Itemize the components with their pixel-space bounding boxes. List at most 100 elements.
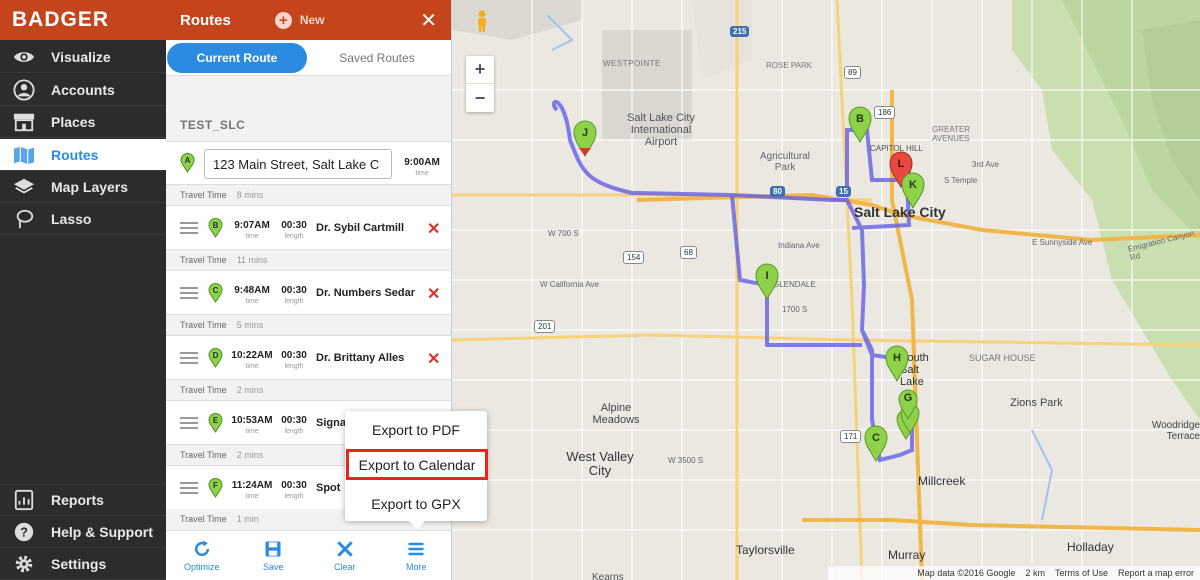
export-gpx-item[interactable]: Export to GPX (345, 496, 487, 512)
stop-time: 10:22AM time (230, 350, 274, 370)
nav-item-visualize[interactable]: Visualize (0, 41, 166, 73)
clear-button[interactable]: Clear (309, 531, 381, 580)
marker-letter: G (904, 392, 913, 404)
map-marker-j-icon[interactable]: J (573, 120, 597, 158)
travel-time-value: 2 mins (236, 385, 264, 395)
route-name: TEST_SLC (180, 118, 246, 132)
nav-item-help-support[interactable]: ? Help & Support (0, 516, 166, 548)
nav-item-lasso[interactable]: Lasso (0, 203, 166, 235)
nav-item-routes[interactable]: Routes (0, 139, 166, 171)
map-attribution: Map data ©2016 Google (917, 568, 1016, 578)
delete-stop-button[interactable]: ✕ (427, 219, 440, 239)
map-label-salt-lake-city: Salt Lake City (854, 204, 946, 220)
map-marker-h-icon[interactable]: H (885, 345, 909, 383)
zoom-in-button[interactable]: + (466, 56, 494, 84)
highway-shield-80: 80 (770, 186, 785, 197)
nav-item-accounts[interactable]: Accounts (0, 74, 166, 106)
map-marker-c-icon[interactable]: C (864, 425, 888, 463)
travel-time-value: 1 min (236, 514, 259, 524)
stop-length-value: 00:30 (281, 480, 307, 491)
marker-letter: C (213, 286, 219, 295)
marker-b-icon: B (208, 218, 223, 238)
marker-letter: K (909, 179, 917, 191)
route-toolbar: Optimize Save Clear More (166, 530, 452, 580)
map-label-west-valley-city: West Valley City (566, 449, 634, 478)
tab-saved-routes[interactable]: Saved Routes (307, 43, 447, 73)
stop-name[interactable]: Dr. Sybil Cartmill (316, 222, 404, 234)
nav-item-map-layers[interactable]: Map Layers (0, 171, 166, 203)
delete-stop-button[interactable]: ✕ (427, 284, 440, 304)
travel-time-row: Travel Time 8 mins (166, 185, 451, 205)
stop-name[interactable]: Dr. Brittany Alles (316, 352, 404, 364)
report-icon (12, 489, 36, 511)
export-pdf-item[interactable]: Export to PDF (345, 422, 487, 438)
toolbar-label: More (405, 562, 427, 572)
optimize-button[interactable]: Optimize (166, 531, 238, 580)
start-time-sub: time (415, 170, 429, 177)
export-menu: Export to PDF Export to Calendar Export … (345, 411, 488, 529)
drag-handle-icon[interactable] (180, 287, 198, 299)
stop-name[interactable]: Signa (316, 417, 346, 429)
stop-length: 00:30 length (276, 350, 312, 370)
street-view-pegman-icon[interactable] (476, 10, 488, 32)
stop-time-sub: time (245, 493, 259, 500)
map-marker-b-icon[interactable]: B (848, 106, 872, 144)
nav-label: Places (51, 113, 96, 130)
drag-handle-icon[interactable] (180, 222, 198, 234)
plus-icon: + (274, 11, 292, 29)
map-marker-k-icon[interactable]: K (901, 172, 925, 210)
stop-row-d[interactable]: D 10:22AM time 00:30 length Dr. Brittany A… (166, 335, 451, 380)
stop-length-sub: length (284, 298, 304, 305)
map-label-s-temple: S Temple (944, 176, 978, 185)
terms-link[interactable]: Terms of Use (1055, 568, 1108, 578)
drag-handle-icon[interactable] (180, 417, 198, 429)
start-address-input[interactable]: 123 Main Street, Salt Lake C (204, 149, 392, 179)
report-map-error-link[interactable]: Report a map error (1118, 568, 1194, 578)
highway-shield-15: 15 (836, 186, 851, 197)
highway-shield-89: 89 (844, 66, 861, 79)
lasso-icon (12, 208, 36, 230)
stop-length-value: 00:30 (281, 285, 307, 296)
highway-shield-186: 186 (874, 106, 896, 119)
stop-row-b[interactable]: B 9:07AM time 00:30 length Dr. Sybil Cartm… (166, 205, 451, 250)
highway-shield-201: 201 (534, 320, 556, 333)
stop-time-value: 10:53AM (231, 415, 273, 426)
zoom-out-button[interactable]: − (466, 84, 494, 112)
map-label-indiana-ave: Indiana Ave (778, 241, 820, 250)
svg-text:?: ? (20, 524, 28, 539)
marker-letter: H (893, 352, 901, 364)
export-calendar-item[interactable]: Export to Calendar (346, 449, 488, 480)
travel-time-value: 5 mins (236, 320, 264, 330)
nav-item-places[interactable]: Places (0, 106, 166, 138)
travel-time-row: Travel Time 2 mins (166, 380, 451, 400)
travel-time-value: 8 mins (236, 190, 264, 200)
map-label-taylorsville: Taylorsville (736, 543, 795, 557)
map-label-third-ave: 3rd Ave (972, 160, 999, 169)
map-marker-i-icon[interactable]: I (755, 263, 779, 301)
drag-handle-icon[interactable] (180, 482, 198, 494)
more-button[interactable]: More (381, 531, 452, 580)
marker-letter: E (213, 416, 219, 425)
stop-name[interactable]: Spot (316, 482, 340, 494)
marker-letter: J (582, 127, 588, 139)
map-marker-cluster-icon[interactable]: G (896, 383, 920, 443)
delete-stop-button[interactable]: ✕ (427, 349, 440, 369)
tab-current-route[interactable]: Current Route (167, 42, 307, 73)
brand-logo[interactable]: BADGER (0, 0, 166, 40)
map-canvas[interactable] (452, 0, 1200, 580)
drag-handle-icon[interactable] (180, 352, 198, 364)
save-button[interactable]: Save (238, 531, 310, 580)
stop-name[interactable]: Dr. Numbers Sedar (316, 287, 415, 299)
travel-time-value: 2 mins (236, 450, 264, 460)
stop-row-c[interactable]: C 9:48AM time 00:30 length Dr. Numbers Sed… (166, 270, 451, 315)
stop-time-value: 10:22AM (231, 350, 273, 361)
close-panel-button[interactable]: ✕ (420, 8, 437, 33)
toolbar-label: Optimize (183, 562, 220, 572)
marker-a-icon: A (180, 153, 195, 173)
nav-label: Accounts (51, 81, 115, 98)
map-view[interactable]: WESTPOINTE ROSE PARK Salt Lake City Inte… (452, 0, 1200, 580)
toolbar-label: Clear (333, 562, 356, 572)
nav-item-reports[interactable]: Reports (0, 484, 166, 516)
new-route-button[interactable]: + New (274, 11, 325, 29)
nav-item-settings[interactable]: Settings (0, 548, 166, 580)
